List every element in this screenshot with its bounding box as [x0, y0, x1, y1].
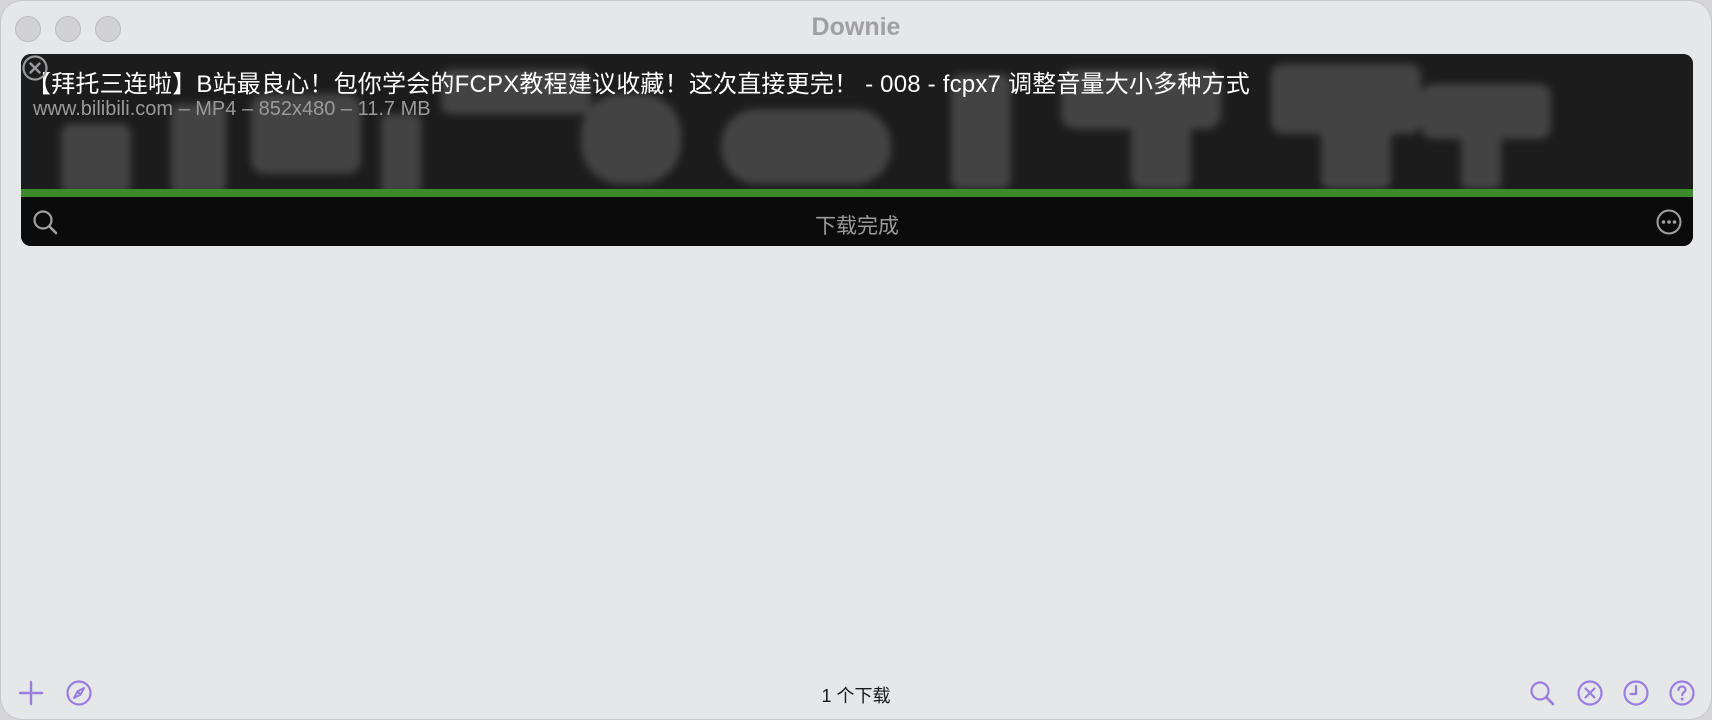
download-progress-fill: [21, 189, 1693, 197]
window-title: Downie: [811, 13, 901, 41]
download-title: 【拜托三连啦】B站最良心！包你学会的FCPX教程建议收藏！这次直接更完！ - 0…: [27, 71, 1250, 98]
clock-icon[interactable]: [1622, 679, 1650, 707]
download-item[interactable]: 【拜托三连啦】B站最良心！包你学会的FCPX教程建议收藏！这次直接更完！ - 0…: [21, 54, 1693, 246]
download-status: 下载完成: [815, 215, 899, 238]
close-circle-icon[interactable]: [1576, 679, 1604, 707]
more-circle-icon[interactable]: [1655, 208, 1683, 236]
close-circle-icon[interactable]: [21, 54, 49, 82]
download-count: 1 个下载: [821, 686, 891, 706]
titlebar: Downie: [1, 1, 1711, 55]
video-thumbnail: 【拜托三连啦】B站最良心！包你学会的FCPX教程建议收藏！这次直接更完！ - 0…: [21, 54, 1693, 189]
help-icon[interactable]: [1668, 679, 1696, 707]
download-progress-bar: [21, 189, 1693, 197]
search-icon[interactable]: [1528, 679, 1556, 707]
app-window: Downie 【拜托三连啦】B站最良心！包你学会的FCPX教程建议收藏！这次直接…: [0, 0, 1712, 720]
bottom-toolbar: 1 个下载: [1, 671, 1711, 715]
download-status-bar: 下载完成: [21, 197, 1693, 246]
download-meta: www.bilibili.com – MP4 – 852x480 – 11.7 …: [33, 98, 431, 120]
